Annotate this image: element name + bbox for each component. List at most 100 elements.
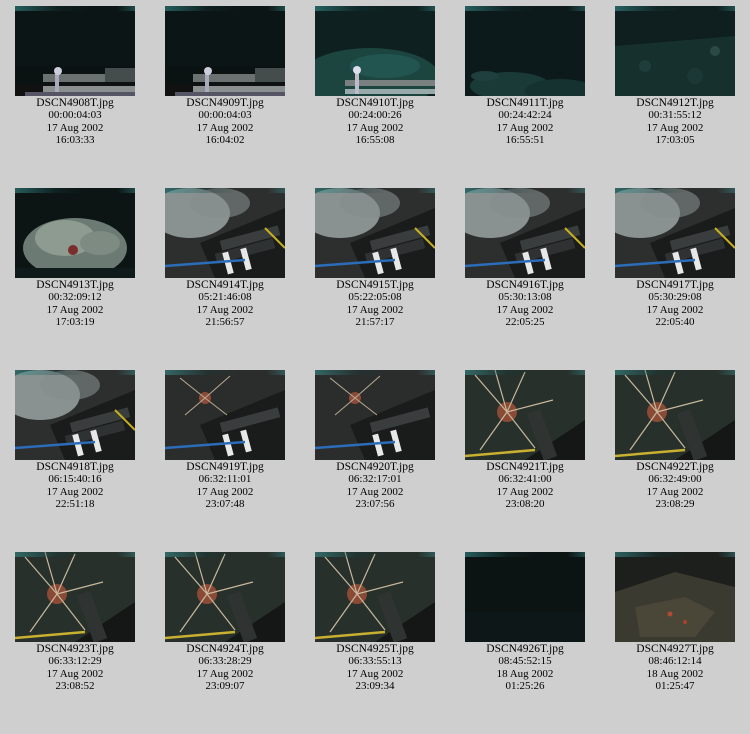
thumbnail-image[interactable] <box>315 188 435 278</box>
thumbnail-item[interactable]: DSCN4927T.jpg 08:46:12:14 18 Aug 2002 01:25… <box>600 552 750 693</box>
thumbnail-image[interactable] <box>465 6 585 96</box>
filename-label: DSCN4912T.jpg <box>636 97 714 109</box>
thumbnail-image[interactable] <box>165 188 285 278</box>
clock-time-label: 16:04:02 <box>205 134 245 147</box>
thumbnail-image[interactable] <box>15 370 135 460</box>
thumbnail-caption: DSCN4920T.jpg 06:32:17:01 17 Aug 2002 23:07… <box>300 461 450 511</box>
thumbnail-caption: DSCN4919T.jpg 06:32:11:01 17 Aug 2002 23:07… <box>150 461 300 511</box>
elapsed-time-label: 00:00:04:03 <box>198 109 252 122</box>
thumbnail-item[interactable]: DSCN4926T.jpg 08:45:52:15 18 Aug 2002 01:25… <box>450 552 600 693</box>
filename-label: DSCN4910T.jpg <box>336 97 414 109</box>
thumbnail-item[interactable]: DSCN4924T.jpg 06:33:28:29 17 Aug 2002 23:09… <box>150 552 300 693</box>
thumbnail-item[interactable]: DSCN4919T.jpg 06:32:11:01 17 Aug 2002 23:07… <box>150 370 300 511</box>
date-label: 18 Aug 2002 <box>496 667 554 680</box>
date-label: 17 Aug 2002 <box>496 121 554 134</box>
thumbnail-image[interactable] <box>465 188 585 278</box>
thumbnail-item[interactable]: DSCN4917T.jpg 05:30:29:08 17 Aug 2002 22:05… <box>600 188 750 329</box>
filename-label: DSCN4919T.jpg <box>186 461 264 473</box>
date-label: 17 Aug 2002 <box>346 121 404 134</box>
clock-time-label: 23:09:07 <box>205 680 245 693</box>
thumbnail-item[interactable]: DSCN4908T.jpg 00:00:04:03 17 Aug 2002 16:03… <box>0 6 150 147</box>
elapsed-time-label: 06:32:17:01 <box>348 473 402 486</box>
filename-label: DSCN4920T.jpg <box>336 461 414 473</box>
thumbnail-caption: DSCN4925T.jpg 06:33:55:13 17 Aug 2002 23:09… <box>300 643 450 693</box>
thumbnail-image[interactable] <box>165 552 285 642</box>
filename-label: DSCN4909T.jpg <box>186 97 264 109</box>
thumbnail-image[interactable] <box>615 370 735 460</box>
thumbnail-caption: DSCN4914T.jpg 05:21:46:08 17 Aug 2002 21:56… <box>150 279 300 329</box>
elapsed-time-label: 06:33:55:13 <box>348 655 402 668</box>
thumbnail-image[interactable] <box>315 552 435 642</box>
elapsed-time-label: 00:00:04:03 <box>48 109 102 122</box>
elapsed-time-label: 00:32:09:12 <box>48 291 102 304</box>
thumbnail-image[interactable] <box>615 6 735 96</box>
thumbnail-image[interactable] <box>615 188 735 278</box>
elapsed-time-label: 05:30:13:08 <box>498 291 552 304</box>
filename-label: DSCN4923T.jpg <box>36 643 114 655</box>
date-label: 17 Aug 2002 <box>46 121 104 134</box>
thumbnail-caption: DSCN4923T.jpg 06:33:12:29 17 Aug 2002 23:08… <box>0 643 150 693</box>
clock-time-label: 17:03:05 <box>655 134 695 147</box>
thumbnail-caption: DSCN4912T.jpg 00:31:55:12 17 Aug 2002 17:03… <box>600 97 750 147</box>
filename-label: DSCN4926T.jpg <box>486 643 564 655</box>
thumbnail-item[interactable]: DSCN4918T.jpg 06:15:40:16 17 Aug 2002 22:51… <box>0 370 150 511</box>
elapsed-time-label: 05:21:46:08 <box>198 291 252 304</box>
thumbnail-caption: DSCN4917T.jpg 05:30:29:08 17 Aug 2002 22:05… <box>600 279 750 329</box>
thumbnail-image[interactable] <box>465 370 585 460</box>
clock-time-label: 23:07:56 <box>355 498 395 511</box>
clock-time-label: 22:05:25 <box>505 316 545 329</box>
clock-time-label: 16:55:51 <box>505 134 545 147</box>
date-label: 17 Aug 2002 <box>646 485 704 498</box>
clock-time-label: 23:09:34 <box>355 680 395 693</box>
date-label: 17 Aug 2002 <box>496 303 554 316</box>
thumbnail-image[interactable] <box>315 6 435 96</box>
thumbnail-item[interactable]: DSCN4912T.jpg 00:31:55:12 17 Aug 2002 17:03… <box>600 6 750 147</box>
thumbnail-caption: DSCN4924T.jpg 06:33:28:29 17 Aug 2002 23:09… <box>150 643 300 693</box>
clock-time-label: 23:08:52 <box>55 680 95 693</box>
thumbnail-image[interactable] <box>315 370 435 460</box>
clock-time-label: 01:25:47 <box>655 680 695 693</box>
thumbnail-caption: DSCN4915T.jpg 05:22:05:08 17 Aug 2002 21:57… <box>300 279 450 329</box>
date-label: 17 Aug 2002 <box>346 667 404 680</box>
thumbnail-image[interactable] <box>165 370 285 460</box>
date-label: 17 Aug 2002 <box>346 485 404 498</box>
thumbnail-image[interactable] <box>15 6 135 96</box>
thumbnail-item[interactable]: DSCN4920T.jpg 06:32:17:01 17 Aug 2002 23:07… <box>300 370 450 511</box>
thumbnail-item[interactable]: DSCN4915T.jpg 05:22:05:08 17 Aug 2002 21:57… <box>300 188 450 329</box>
thumbnail-item[interactable]: DSCN4910T.jpg 00:24:00:26 17 Aug 2002 16:55… <box>300 6 450 147</box>
thumbnail-item[interactable]: DSCN4923T.jpg 06:33:12:29 17 Aug 2002 23:08… <box>0 552 150 693</box>
thumbnail-image[interactable] <box>15 188 135 278</box>
elapsed-time-label: 06:33:28:29 <box>198 655 252 668</box>
filename-label: DSCN4914T.jpg <box>186 279 264 291</box>
thumbnail-image[interactable] <box>15 552 135 642</box>
date-label: 17 Aug 2002 <box>646 121 704 134</box>
elapsed-time-label: 00:24:42:24 <box>498 109 552 122</box>
clock-time-label: 23:07:48 <box>205 498 245 511</box>
thumbnail-item[interactable]: DSCN4916T.jpg 05:30:13:08 17 Aug 2002 22:05… <box>450 188 600 329</box>
thumbnail-caption: DSCN4913T.jpg 00:32:09:12 17 Aug 2002 17:03… <box>0 279 150 329</box>
thumbnail-item[interactable]: DSCN4922T.jpg 06:32:49:00 17 Aug 2002 23:08… <box>600 370 750 511</box>
elapsed-time-label: 08:46:12:14 <box>648 655 702 668</box>
thumbnail-item[interactable]: DSCN4914T.jpg 05:21:46:08 17 Aug 2002 21:56… <box>150 188 300 329</box>
clock-time-label: 22:51:18 <box>55 498 95 511</box>
thumbnail-item[interactable]: DSCN4925T.jpg 06:33:55:13 17 Aug 2002 23:09… <box>300 552 450 693</box>
thumbnail-image[interactable] <box>465 552 585 642</box>
filename-label: DSCN4913T.jpg <box>36 279 114 291</box>
thumbnail-item[interactable]: DSCN4909T.jpg 00:00:04:03 17 Aug 2002 16:04… <box>150 6 300 147</box>
thumbnail-item[interactable]: DSCN4911T.jpg 00:24:42:24 17 Aug 2002 16:55… <box>450 6 600 147</box>
thumbnail-item[interactable]: DSCN4913T.jpg 00:32:09:12 17 Aug 2002 17:03… <box>0 188 150 329</box>
date-label: 17 Aug 2002 <box>196 121 254 134</box>
thumbnail-grid: DSCN4908T.jpg 00:00:04:03 17 Aug 2002 16:03… <box>0 0 750 734</box>
clock-time-label: 22:05:40 <box>655 316 695 329</box>
filename-label: DSCN4911T.jpg <box>486 97 564 109</box>
thumbnail-item[interactable]: DSCN4921T.jpg 06:32:41:00 17 Aug 2002 23:08… <box>450 370 600 511</box>
thumbnail-caption: DSCN4908T.jpg 00:00:04:03 17 Aug 2002 16:03… <box>0 97 150 147</box>
date-label: 17 Aug 2002 <box>346 303 404 316</box>
date-label: 17 Aug 2002 <box>646 303 704 316</box>
clock-time-label: 21:57:17 <box>355 316 395 329</box>
date-label: 17 Aug 2002 <box>196 303 254 316</box>
filename-label: DSCN4916T.jpg <box>486 279 564 291</box>
thumbnail-caption: DSCN4918T.jpg 06:15:40:16 17 Aug 2002 22:51… <box>0 461 150 511</box>
thumbnail-image[interactable] <box>165 6 285 96</box>
thumbnail-image[interactable] <box>615 552 735 642</box>
